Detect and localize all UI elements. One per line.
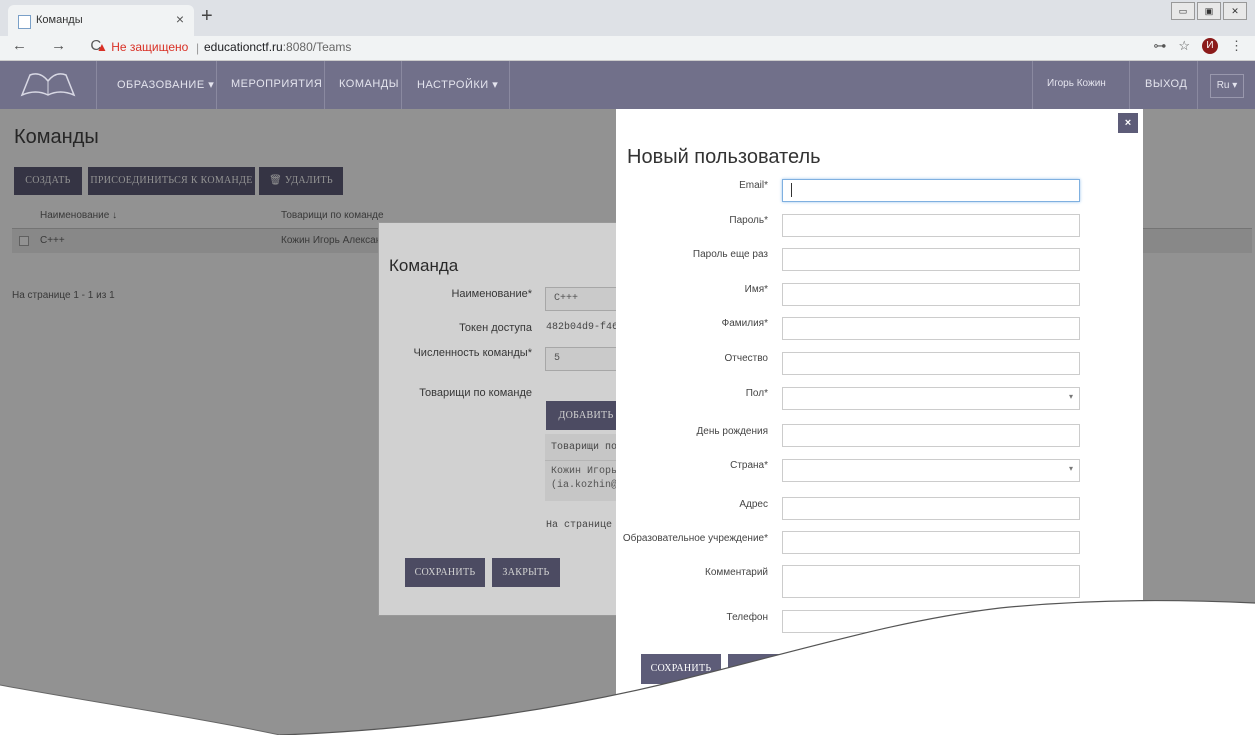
nav-teams[interactable]: КОМАНДЫ <box>339 78 399 90</box>
browser-menu-icon[interactable]: ⋮ <box>1230 38 1243 54</box>
user-name-link[interactable]: Игорь Кожин <box>1047 78 1106 89</box>
nav-divider <box>216 61 217 109</box>
institution-label: Образовательное учреждение* <box>622 533 768 544</box>
nav-education[interactable]: ОБРАЗОВАНИЕ ▾ <box>117 78 214 91</box>
birthday-field[interactable] <box>782 424 1080 447</box>
nav-divider <box>509 61 510 109</box>
phone-label: Телефон <box>726 612 768 623</box>
security-warning[interactable]: ▲ Не защищено <box>96 40 188 54</box>
url-separator: | <box>196 41 200 55</box>
nav-divider <box>96 61 97 109</box>
tab-title: Команды <box>36 14 83 26</box>
new-user-modal-title: Новый пользователь <box>627 146 821 168</box>
browser-tab[interactable]: Команды × <box>8 5 194 36</box>
app-navbar: ОБРАЗОВАНИЕ ▾ МЕРОПРИЯТИЯ КОМАНДЫ НАСТРО… <box>0 61 1255 109</box>
address-field[interactable] <box>782 497 1080 520</box>
nav-events[interactable]: МЕРОПРИЯТИЯ <box>231 78 322 90</box>
comment-label: Комментарий <box>705 567 768 578</box>
text-caret <box>791 183 792 197</box>
country-select[interactable]: ▾ <box>782 459 1080 482</box>
window-controls: ▭ ▣ ✕ <box>1171 2 1247 20</box>
phone-field[interactable] <box>782 610 1080 633</box>
nav-divider <box>1032 61 1033 109</box>
nav-settings[interactable]: НАСТРОЙКИ ▾ <box>417 78 498 91</box>
address-bar: ← → C ▲ Не защищено | educationctf.ru:80… <box>0 36 1255 61</box>
minimize-window-button[interactable]: ▭ <box>1171 2 1195 20</box>
logout-link[interactable]: ВЫХОД <box>1145 78 1187 90</box>
restore-window-button[interactable]: ▣ <box>1197 2 1221 20</box>
nav-divider <box>1129 61 1130 109</box>
password-repeat-field[interactable] <box>782 248 1080 271</box>
profile-avatar[interactable]: И <box>1202 38 1218 54</box>
last-name-label: Фамилия* <box>721 318 768 329</box>
first-name-field[interactable] <box>782 283 1080 306</box>
url-host: educationctf.ru <box>204 40 283 54</box>
close-user-modal-button[interactable]: ЗА <box>728 654 798 684</box>
password-field[interactable] <box>782 214 1080 237</box>
language-select[interactable]: Ru ▾ <box>1210 74 1244 98</box>
comment-textarea[interactable] <box>782 565 1080 598</box>
first-name-label: Имя* <box>744 284 768 295</box>
gender-label: Пол* <box>745 388 768 399</box>
tab-close-icon[interactable]: × <box>176 11 184 27</box>
last-name-field[interactable] <box>782 317 1080 340</box>
browser-actions: ⊶ ☆ И ⋮ <box>1153 38 1243 54</box>
email-label: Email* <box>739 180 768 191</box>
save-user-button[interactable]: СОХРАНИТЬ <box>641 654 721 684</box>
nav-divider <box>1197 61 1198 109</box>
institution-field[interactable] <box>782 531 1080 554</box>
new-tab-button[interactable]: + <box>201 5 213 28</box>
page-favicon-icon <box>18 15 31 29</box>
patronymic-field[interactable] <box>782 352 1080 375</box>
new-user-modal: × Новый пользователь Email* Пароль* Паро… <box>616 109 1143 735</box>
star-icon[interactable]: ☆ <box>1178 38 1190 54</box>
nav-divider <box>401 61 402 109</box>
close-window-button[interactable]: ✕ <box>1223 2 1247 20</box>
patronymic-label: Отчество <box>724 353 768 364</box>
email-field[interactable] <box>782 179 1080 202</box>
key-icon[interactable]: ⊶ <box>1153 38 1166 54</box>
book-logo-icon[interactable] <box>20 71 76 97</box>
chevron-down-icon: ▾ <box>1068 392 1073 401</box>
close-modal-icon[interactable]: × <box>1118 113 1138 133</box>
password-repeat-label: Пароль еще раз <box>692 249 768 260</box>
url-field[interactable]: educationctf.ru:8080/Teams <box>204 40 351 54</box>
chevron-down-icon: ▾ <box>1068 464 1073 473</box>
password-label: Пароль* <box>729 215 768 226</box>
address-label: Адрес <box>739 499 768 510</box>
url-path: :8080/Teams <box>282 40 352 54</box>
nav-divider <box>324 61 325 109</box>
gender-select[interactable]: ▾ <box>782 387 1080 410</box>
birthday-label: День рождения <box>696 426 768 437</box>
country-label: Страна* <box>730 460 768 471</box>
browser-tab-bar: Команды × + ▭ ▣ ✕ <box>0 0 1255 36</box>
